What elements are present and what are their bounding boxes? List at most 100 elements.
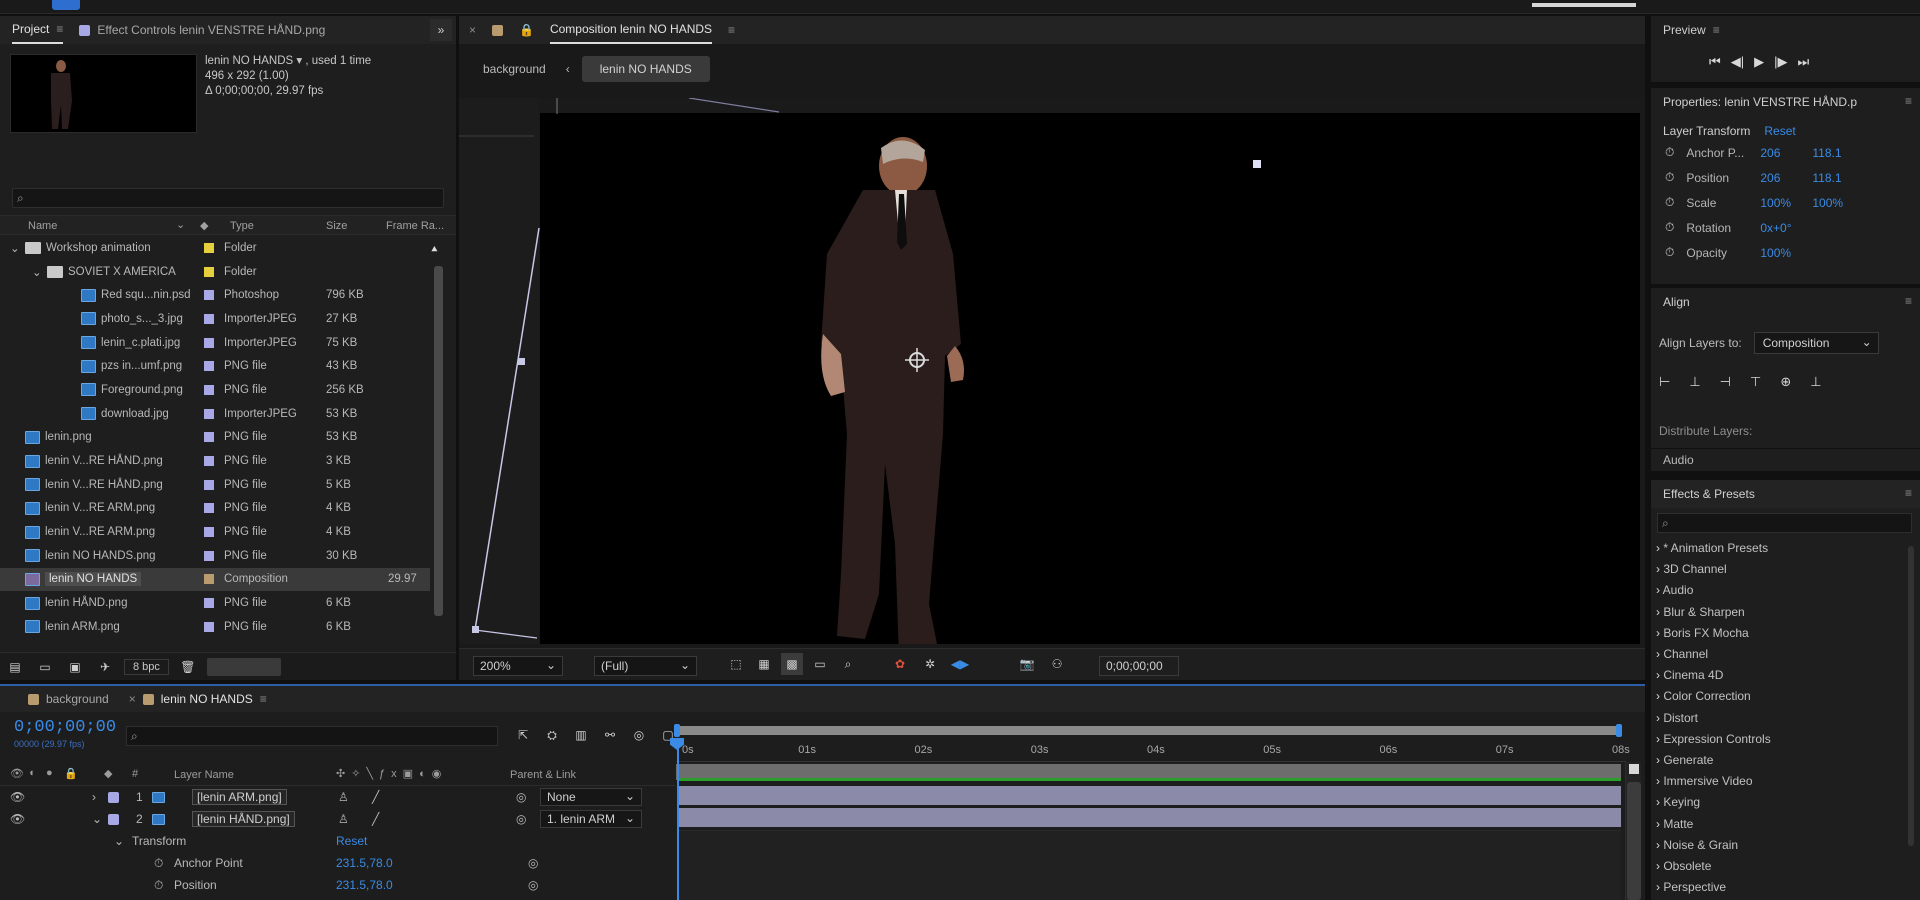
transform-group-row[interactable]: ⌄ Transform Reset xyxy=(0,830,675,852)
time-navigator[interactable] xyxy=(676,726,1621,735)
color-label-swatch[interactable] xyxy=(204,408,214,419)
property-value-1[interactable]: 100% xyxy=(1760,196,1800,210)
align-right-icon[interactable]: ⊣ xyxy=(1720,374,1731,390)
motion-blur-icon[interactable]: ◎ xyxy=(628,724,650,746)
color-label-swatch[interactable] xyxy=(204,313,214,324)
align-vertical-center-icon[interactable]: ⊕ xyxy=(1780,374,1791,390)
align-left-icon[interactable]: ⊢ xyxy=(1659,374,1670,390)
color-label-swatch[interactable] xyxy=(204,337,214,348)
project-search-input[interactable]: ⌕ xyxy=(12,188,444,208)
fast-previews-icon[interactable]: ◀▶ xyxy=(949,653,971,675)
shy-switch-icon[interactable]: ♙ xyxy=(338,790,349,804)
twirl-down-icon[interactable]: ⌄ xyxy=(114,834,124,848)
effects-category-item[interactable]: › Channel xyxy=(1656,647,1708,661)
stopwatch-icon[interactable]: ⏱ xyxy=(1665,220,1674,235)
mask-visibility-icon[interactable]: ▭ xyxy=(809,653,831,675)
bit-depth-button[interactable]: 8 bpc xyxy=(124,658,169,675)
color-label-swatch[interactable] xyxy=(204,432,214,443)
timeline-scrollbar[interactable] xyxy=(1625,762,1641,900)
tab-project[interactable]: Project ≡ xyxy=(12,16,64,44)
hamburger-menu-icon[interactable]: ≡ xyxy=(1713,23,1720,37)
layer-color-label[interactable] xyxy=(108,791,119,803)
color-label-swatch[interactable] xyxy=(204,550,214,561)
zoom-dropdown[interactable]: 200% ⌄ xyxy=(473,656,563,676)
lock-icon[interactable]: 🔒 xyxy=(519,23,534,37)
list-item[interactable]: lenin ARM.png PNG file 6 KB xyxy=(0,615,430,639)
quality-switch-icon[interactable]: ╱ xyxy=(372,812,379,826)
parent-dropdown[interactable]: None ⌄ xyxy=(540,788,642,806)
previous-frame-icon[interactable]: ◀| xyxy=(1731,54,1744,70)
list-item[interactable]: photo_s..._3.jpg ImporterJPEG 27 KB xyxy=(0,307,430,331)
tab-effects-presets[interactable]: Effects & Presets xyxy=(1663,480,1755,508)
effects-category-item[interactable]: › Audio xyxy=(1656,583,1693,597)
list-item[interactable]: ⌄ SOVIET X AMERICA Folder xyxy=(0,260,430,284)
list-item[interactable]: lenin HÅND.png PNG file 6 KB xyxy=(0,591,430,615)
chevron-right-icon[interactable]: › xyxy=(1656,583,1663,597)
grid-guides-icon[interactable]: ▩ xyxy=(781,653,803,675)
list-item[interactable]: Foreground.png PNG file 256 KB xyxy=(0,378,430,402)
hamburger-menu-icon[interactable]: ≡ xyxy=(728,23,735,37)
list-item[interactable]: lenin V...RE HÅND.png PNG file 3 KB xyxy=(0,449,430,473)
first-frame-icon[interactable]: ⏮ xyxy=(1709,54,1721,70)
stopwatch-icon[interactable]: ⏱ xyxy=(1665,245,1674,260)
effects-category-item[interactable]: › Distort xyxy=(1656,711,1698,725)
effects-category-item[interactable]: › Expression Controls xyxy=(1656,732,1771,746)
list-item[interactable]: lenin V...RE HÅND.png PNG file 5 KB xyxy=(0,473,430,497)
new-composition-icon[interactable]: ▣ xyxy=(64,656,86,678)
list-item[interactable]: Red squ...nin.psd Photoshop 796 KB xyxy=(0,283,430,307)
transform-reset-button[interactable]: Reset xyxy=(336,834,367,848)
effects-scrollbar[interactable] xyxy=(1908,546,1914,846)
column-framerate-header[interactable]: Frame Ra... xyxy=(386,220,444,232)
effects-category-item[interactable]: › * Animation Presets xyxy=(1656,541,1768,555)
twirl-icon[interactable]: › xyxy=(92,790,96,804)
tab-align[interactable]: Align xyxy=(1663,288,1690,316)
project-scrollbar[interactable] xyxy=(434,266,443,616)
tab-preview[interactable]: Preview ≡ xyxy=(1663,16,1720,44)
twirl-down-icon[interactable]: ⌄ xyxy=(10,241,20,255)
color-label-swatch[interactable] xyxy=(204,242,214,253)
stopwatch-icon[interactable]: ⏱ xyxy=(1665,170,1674,185)
list-item[interactable]: lenin V...RE ARM.png PNG file 4 KB xyxy=(0,497,430,521)
effects-category-item[interactable]: › Obsolete xyxy=(1656,859,1711,873)
color-label-swatch[interactable] xyxy=(204,527,214,538)
show-snapshot-icon[interactable]: ⚇ xyxy=(1046,653,1068,675)
sort-chevron-icon[interactable]: ⌄ xyxy=(176,218,185,231)
tab-effect-controls[interactable]: Effect Controls lenin VENSTRE HÅND.png xyxy=(79,16,325,44)
align-bottom-icon[interactable]: ⊥ xyxy=(1810,374,1821,390)
hamburger-menu-icon[interactable]: ≡ xyxy=(56,22,63,36)
list-item[interactable]: ⌄ Workshop animation Folder xyxy=(0,236,430,260)
layer-name[interactable]: [lenin HÅND.png] xyxy=(192,811,295,827)
list-item[interactable]: lenin NO HANDS.png PNG file 30 KB xyxy=(0,544,430,568)
flowchart-icon[interactable]: ✈ xyxy=(94,656,116,678)
frame-blending-icon[interactable]: ⚯ xyxy=(599,724,621,746)
close-icon[interactable]: × xyxy=(469,23,476,37)
color-label-swatch[interactable] xyxy=(204,361,214,372)
effects-category-item[interactable]: › Boris FX Mocha xyxy=(1656,626,1749,640)
stopwatch-icon[interactable]: ⏱ xyxy=(1665,195,1674,210)
layer-name[interactable]: [lenin ARM.png] xyxy=(192,789,287,805)
visibility-eye-icon[interactable]: 👁 xyxy=(10,812,25,826)
new-folder-icon[interactable]: ▭ xyxy=(34,656,56,678)
scroll-up-icon[interactable]: ⯅ xyxy=(430,244,439,257)
pickwhip-icon[interactable]: ◎ xyxy=(516,812,526,826)
breadcrumb-item-current[interactable]: lenin NO HANDS xyxy=(581,56,710,82)
hamburger-menu-icon[interactable]: ≡ xyxy=(1905,294,1912,308)
viewer-timecode[interactable]: 0;00;00;00 xyxy=(1099,656,1179,676)
composition-viewer[interactable] xyxy=(459,98,1645,644)
effects-category-item[interactable]: › Noise & Grain xyxy=(1656,838,1738,852)
hamburger-menu-icon[interactable]: ≡ xyxy=(1905,486,1912,500)
breadcrumb-item-background[interactable]: background xyxy=(475,62,554,76)
column-name-header[interactable]: Name xyxy=(28,220,57,232)
composition-mini-flowchart-icon[interactable]: ⇱ xyxy=(512,724,534,746)
layer-row[interactable]: 👁 ⌄ 2 [lenin HÅND.png] ♙ ╱ ◎ 1. lenin AR… xyxy=(0,808,675,830)
snapshot-view-icon[interactable]: ⌕ xyxy=(837,653,859,675)
transform-property-row[interactable]: ⏱ Position 231.5,78.0 ◎ xyxy=(0,874,675,896)
stopwatch-icon[interactable]: ⏱ xyxy=(154,856,163,871)
color-label-swatch[interactable] xyxy=(204,290,214,301)
effects-category-item[interactable]: › Color Correction xyxy=(1656,689,1751,703)
interpret-footage-icon[interactable]: ▤ xyxy=(4,656,26,678)
time-ruler[interactable]: 0s 01s 02s 03s 04s 05s 06s 07s 08s xyxy=(676,736,1630,762)
twirl-down-icon[interactable]: ⌄ xyxy=(32,265,42,279)
list-item[interactable]: lenin NO HANDS Composition 29.97 xyxy=(0,567,430,592)
column-type-header[interactable]: Type xyxy=(230,220,254,232)
